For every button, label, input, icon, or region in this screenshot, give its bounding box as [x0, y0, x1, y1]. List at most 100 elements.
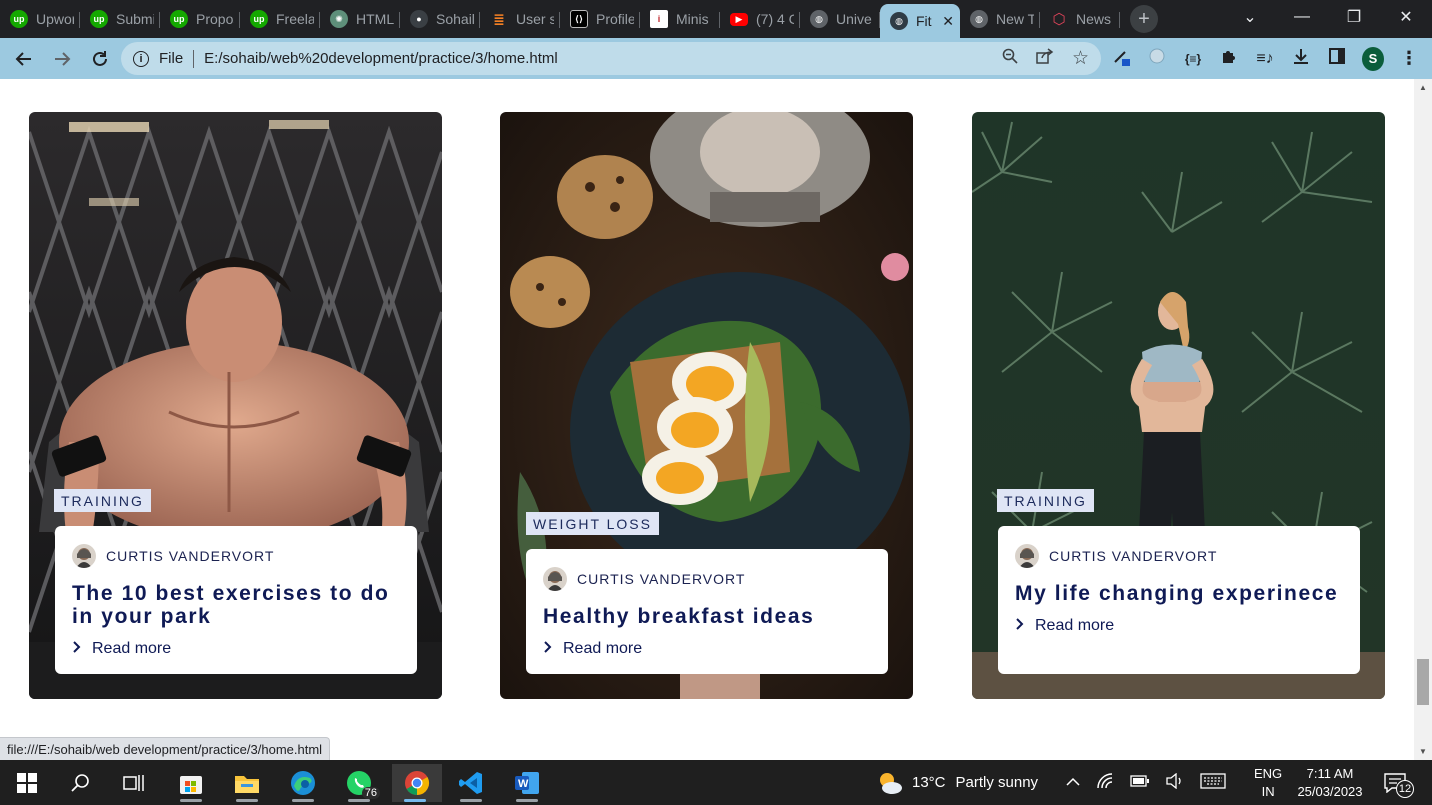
tab-active[interactable]: ◍ Fit ✕ [880, 4, 960, 38]
upwork-icon: up [90, 10, 108, 28]
notification-center[interactable]: 12 [1384, 760, 1414, 805]
card-title[interactable]: My life changing experinece [1015, 582, 1342, 605]
page-scrollbar[interactable]: ▲ ▼ [1414, 79, 1432, 760]
weather-widget[interactable]: 13°C Partly sunny [876, 760, 1038, 805]
whatsapp-badge: 76 [361, 787, 380, 799]
back-icon[interactable] [6, 41, 42, 77]
start-button[interactable] [4, 764, 50, 802]
search-icon[interactable] [58, 764, 104, 802]
divider [193, 49, 195, 68]
edge-icon[interactable] [280, 764, 326, 802]
store-icon[interactable] [168, 764, 214, 802]
tab-github[interactable]: ● Sohail [400, 4, 480, 34]
github-icon: ● [410, 10, 428, 28]
new-tab-button[interactable]: + [1130, 5, 1158, 33]
address-bar[interactable]: i File E:/sohaib/web%20development/pract… [121, 42, 1101, 75]
window-controls: ⌄ — ❐ ✕ [1224, 0, 1432, 34]
tab-label: Profile [596, 11, 634, 27]
site-info-icon[interactable]: i [133, 50, 149, 67]
tab-profile[interactable]: ⟨⟩ Profile [560, 4, 640, 34]
tab-proposal[interactable]: up Proposal [160, 4, 240, 34]
clock-time: 7:11 AM [1306, 765, 1354, 781]
task-view-icon[interactable] [111, 764, 157, 802]
vscode-icon[interactable] [448, 764, 494, 802]
language-indicator[interactable]: ENG IN [1254, 760, 1282, 805]
extensions-area: {≡} ≡♪ S ⋮ [1110, 38, 1420, 79]
chevron-up-icon[interactable] [1066, 774, 1080, 791]
address-url[interactable]: E:/sohaib/web%20development/practice/3/h… [204, 50, 558, 67]
blog-card[interactable]: TRAINING CURTIS VANDERVORT My life chang… [972, 112, 1385, 699]
profile-avatar[interactable]: S [1362, 46, 1384, 71]
battery-icon[interactable] [1130, 774, 1150, 791]
clock[interactable]: 7:11 AM 25/03/2023 [1294, 760, 1366, 805]
devto-icon: ⟨⟩ [570, 10, 588, 28]
read-more-label: Read more [92, 640, 172, 657]
news-icon: ⬡ [1052, 11, 1066, 28]
minimize-icon[interactable]: — [1276, 0, 1328, 34]
card-title[interactable]: Healthy breakfast ideas [543, 605, 870, 628]
tab-minis[interactable]: i Minis [640, 4, 720, 34]
category-tag[interactable]: TRAINING [54, 489, 151, 512]
reload-icon[interactable] [82, 41, 118, 77]
avatar [72, 544, 96, 568]
share-icon[interactable] [1036, 48, 1054, 69]
json-extension-icon[interactable]: {≡} [1182, 52, 1204, 66]
windows-taskbar: 76 W 13°C Partly sunny ENG IN 7:11 AM 25… [0, 760, 1432, 805]
upwork-icon: up [170, 10, 188, 28]
tab-label: Minis [676, 11, 709, 27]
tab-search-icon[interactable]: ⌄ [1224, 0, 1276, 34]
zoom-icon[interactable] [1002, 48, 1018, 69]
tab-youtube[interactable]: ▶ (7) 4 C [720, 4, 800, 34]
category-tag[interactable]: TRAINING [997, 489, 1094, 512]
read-more-link[interactable]: Read more [1015, 615, 1342, 637]
language-code: ENG [1254, 765, 1283, 781]
scroll-up-icon[interactable]: ▲ [1414, 83, 1432, 92]
volume-icon[interactable] [1166, 772, 1184, 793]
file-explorer-icon[interactable] [224, 764, 270, 802]
side-panel-icon[interactable] [1326, 47, 1348, 70]
tab-submit[interactable]: up Submit [80, 4, 160, 34]
scrollbar-thumb[interactable] [1417, 659, 1429, 705]
clock-date: 25/03/2023 [1297, 783, 1363, 799]
download-icon[interactable] [1290, 47, 1312, 70]
category-tag[interactable]: WEIGHT LOSS [526, 512, 659, 535]
author-row: CURTIS VANDERVORT [72, 544, 399, 568]
close-tab-icon[interactable]: ✕ [942, 13, 954, 30]
tab-unive[interactable]: ◍ Unive [800, 4, 880, 34]
tab-html[interactable]: ✺ HTML [320, 4, 400, 34]
extensions-puzzle-icon[interactable] [1218, 47, 1240, 70]
read-more-link[interactable]: Read more [72, 638, 399, 660]
tab-new-tab[interactable]: ◍ New T [960, 4, 1040, 34]
restore-icon[interactable]: ❐ [1328, 0, 1380, 34]
close-window-icon[interactable]: ✕ [1380, 0, 1432, 34]
read-more-link[interactable]: Read more [543, 638, 870, 660]
svg-text:W: W [518, 778, 529, 790]
chatgpt-icon: ✺ [330, 10, 348, 28]
author-row: CURTIS VANDERVORT [1015, 544, 1342, 568]
blog-card[interactable]: TRAINING CURTIS VANDERVORT The 10 best e… [29, 112, 442, 699]
chevron-right-icon [1015, 617, 1035, 636]
scroll-down-icon[interactable]: ▼ [1414, 747, 1432, 756]
tab-news[interactable]: ⬡ News [1040, 4, 1120, 34]
eyedropper-extension-icon[interactable] [1110, 46, 1132, 71]
tab-freelance[interactable]: up Freelance [240, 4, 320, 34]
tab-stackoverflow[interactable]: ≣ User s [480, 4, 560, 34]
word-icon[interactable]: W [504, 764, 550, 802]
card-title[interactable]: The 10 best exercises to do in your park [72, 582, 399, 628]
blog-card[interactable]: WEIGHT LOSS CURTIS VANDERVORT Healthy br… [500, 112, 913, 699]
chrome-taskbar-icon[interactable] [392, 764, 442, 802]
read-more-label: Read more [1035, 617, 1115, 634]
weather-temp: 13°C [912, 774, 946, 791]
menu-kebab-icon[interactable]: ⋮ [1398, 48, 1420, 69]
circle-extension-icon[interactable] [1146, 47, 1168, 70]
globe-icon: ◍ [890, 12, 908, 30]
tab-upwork[interactable]: up Upwork [0, 4, 80, 34]
reading-list-icon[interactable]: ≡♪ [1254, 50, 1276, 68]
keyboard-icon[interactable] [1200, 772, 1226, 793]
bookmark-star-icon[interactable]: ☆ [1072, 47, 1089, 70]
wifi-icon[interactable] [1096, 772, 1114, 793]
notification-count: 12 [1396, 779, 1414, 798]
whatsapp-icon[interactable]: 76 [336, 764, 382, 802]
stackoverflow-icon: ≣ [493, 10, 505, 27]
forward-icon[interactable] [44, 41, 80, 77]
